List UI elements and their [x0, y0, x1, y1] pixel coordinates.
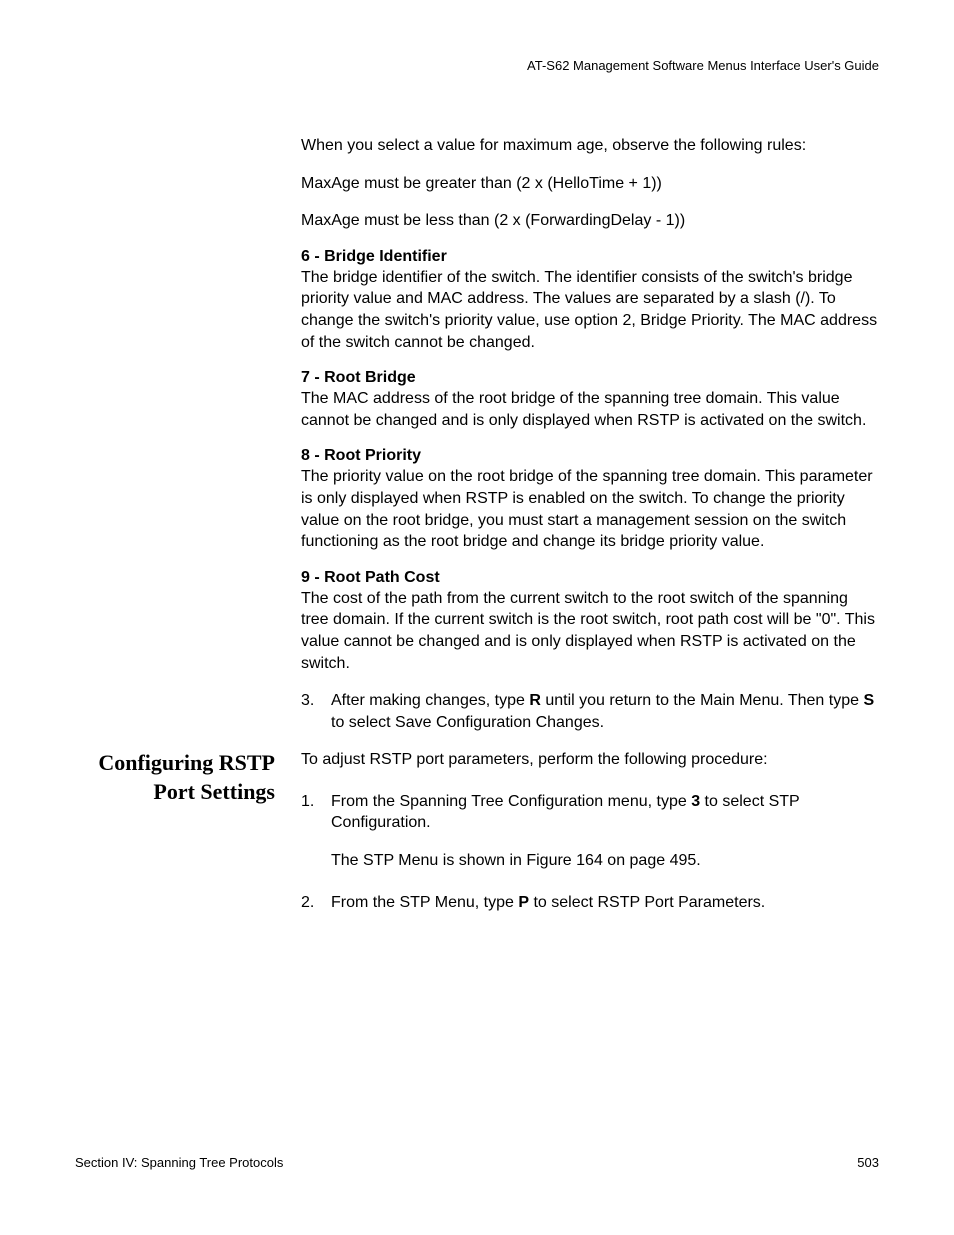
definition-heading: 9 - Root Path Cost [301, 569, 879, 587]
step-text-post: to select Save Configuration Changes. [331, 714, 604, 731]
section2-step-1: 1. From the Spanning Tree Configuration … [301, 791, 879, 834]
definition-body: The MAC address of the root bridge of th… [301, 388, 879, 431]
definition-9: 9 - Root Path Cost The cost of the path … [301, 569, 879, 674]
step-text-post: to select RSTP Port Parameters. [529, 894, 765, 911]
section2-intro: To adjust RSTP port parameters, perform … [301, 749, 879, 771]
rule-paragraph-2: MaxAge must be less than (2 x (Forwardin… [301, 210, 879, 232]
page-header: AT-S62 Management Software Menus Interfa… [75, 58, 879, 73]
step-number: 1. [301, 791, 331, 834]
step-text: After making changes, type R until you r… [331, 690, 879, 733]
step-text-key-p: P [518, 894, 529, 911]
section2-step-2: 2. From the STP Menu, type P to select R… [301, 892, 879, 914]
step-text-key-s: S [863, 692, 874, 709]
definition-8: 8 - Root Priority The priority value on … [301, 447, 879, 552]
definition-heading: 8 - Root Priority [301, 447, 879, 465]
page-footer: Section IV: Spanning Tree Protocols 503 [75, 1155, 879, 1170]
main-column-top: When you select a value for maximum age,… [301, 135, 879, 749]
intro-paragraph-1: When you select a value for maximum age,… [301, 135, 879, 157]
rule-paragraph-1: MaxAge must be greater than (2 x (HelloT… [301, 173, 879, 195]
sidebar-column [75, 135, 275, 749]
step-text-pre: After making changes, type [331, 692, 529, 709]
step-text-mid: until you return to the Main Menu. Then … [541, 692, 864, 709]
footer-page-number: 503 [857, 1155, 879, 1170]
definition-6: 6 - Bridge Identifier The bridge identif… [301, 248, 879, 353]
header-title: AT-S62 Management Software Menus Interfa… [527, 58, 879, 73]
definition-heading: 6 - Bridge Identifier [301, 248, 879, 266]
definition-body: The bridge identifier of the switch. The… [301, 267, 879, 353]
step-text: From the Spanning Tree Configuration men… [331, 791, 879, 834]
step-text: From the STP Menu, type P to select RSTP… [331, 892, 879, 914]
section2-note: The STP Menu is shown in Figure 164 on p… [331, 850, 879, 872]
sidebar-column-2: Configuring RSTP Port Settings [75, 749, 275, 929]
step-text-pre: From the Spanning Tree Configuration men… [331, 793, 691, 810]
definition-body: The priority value on the root bridge of… [301, 466, 879, 552]
main-column-section2: To adjust RSTP port parameters, perform … [301, 749, 879, 929]
definition-7: 7 - Root Bridge The MAC address of the r… [301, 369, 879, 431]
step-text-key-r: R [529, 692, 541, 709]
section-heading-rstp-port: Configuring RSTP Port Settings [75, 749, 275, 806]
definition-body: The cost of the path from the current sw… [301, 588, 879, 674]
step-number: 2. [301, 892, 331, 914]
step-3: 3. After making changes, type R until yo… [301, 690, 879, 733]
footer-section: Section IV: Spanning Tree Protocols [75, 1155, 283, 1170]
step-number: 3. [301, 690, 331, 733]
step-text-key-3: 3 [691, 793, 700, 810]
step-text-pre: From the STP Menu, type [331, 894, 518, 911]
definition-heading: 7 - Root Bridge [301, 369, 879, 387]
